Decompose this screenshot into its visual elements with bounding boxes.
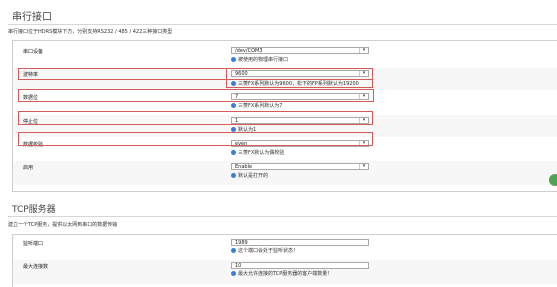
max-connections-hint: 最大允许连接的TCP服务器的客户端数量！ bbox=[231, 270, 332, 277]
listen-port-label: 监听端口 bbox=[23, 241, 44, 247]
info-icon bbox=[231, 150, 236, 155]
highlight-parity bbox=[18, 132, 373, 146]
highlight-stop-bits bbox=[18, 111, 373, 125]
info-icon bbox=[231, 271, 236, 276]
tcp-description: 建立一个TCP服务，提供以太网到串口的数据传输 bbox=[8, 222, 118, 228]
enable-select[interactable]: Enable ▾ bbox=[231, 163, 369, 170]
serial-device-row: 串口设备 /dev/COM3 ▾ 被使用的物理串行接口 bbox=[13, 45, 557, 67]
serial-device-hint: 被使用的物理串行接口 bbox=[231, 56, 288, 63]
max-connections-label: 最大连接数 bbox=[23, 264, 49, 270]
serial-description: 串行接口位于HDRS模块下方，分别支持RS232 / 485 / 422三种接口… bbox=[8, 29, 173, 35]
info-icon bbox=[231, 248, 236, 253]
page: 串行接口 串行接口位于HDRS模块下方，分别支持RS232 / 485 / 42… bbox=[0, 0, 557, 287]
info-icon bbox=[231, 57, 236, 62]
listen-port-input[interactable]: 1989 bbox=[231, 239, 369, 246]
tcp-section-title: TCP服务器 bbox=[12, 205, 56, 215]
info-icon bbox=[231, 173, 236, 178]
chevron-down-icon[interactable]: ▾ bbox=[359, 164, 368, 169]
enable-value: Enable bbox=[235, 164, 253, 170]
green-circle-button[interactable] bbox=[549, 174, 557, 186]
highlight-data-bits bbox=[18, 89, 374, 102]
info-icon bbox=[231, 103, 236, 108]
enable-hint: 默认是打开的 bbox=[231, 172, 268, 179]
serial-section-title: 串行接口 bbox=[12, 12, 52, 23]
serial-device-value: /dev/COM3 bbox=[235, 48, 263, 54]
tcp-title-divider bbox=[8, 216, 557, 217]
enable-label: 启用 bbox=[23, 165, 34, 171]
chevron-down-icon[interactable]: ▾ bbox=[359, 48, 368, 53]
enable-row: 启用 Enable ▾ 默认是打开的 bbox=[13, 161, 557, 185]
listen-port-hint: 这个端口会处于监听状态！ bbox=[231, 247, 298, 254]
serial-title-divider bbox=[8, 24, 557, 25]
max-connections-input[interactable]: 10 bbox=[231, 262, 369, 269]
highlight-baud-rate-field bbox=[226, 68, 373, 88]
tcp-settings-panel: 监听端口 1989 这个端口会处于监听状态！ 最大连接数 10 最大允许连接的T… bbox=[12, 234, 557, 287]
max-connections-row: 最大连接数 10 最大允许连接的TCP服务器的客户端数量！ bbox=[13, 260, 557, 284]
data-bits-hint: 三菱FX系列默认为7 bbox=[231, 102, 282, 109]
serial-device-select[interactable]: /dev/COM3 ▾ bbox=[231, 47, 369, 54]
serial-device-label: 串口设备 bbox=[23, 49, 44, 55]
parity-hint: 三菱FX默认为偶校验 bbox=[231, 149, 284, 156]
listen-port-row: 监听端口 1989 这个端口会处于监听状态！ bbox=[13, 237, 557, 259]
